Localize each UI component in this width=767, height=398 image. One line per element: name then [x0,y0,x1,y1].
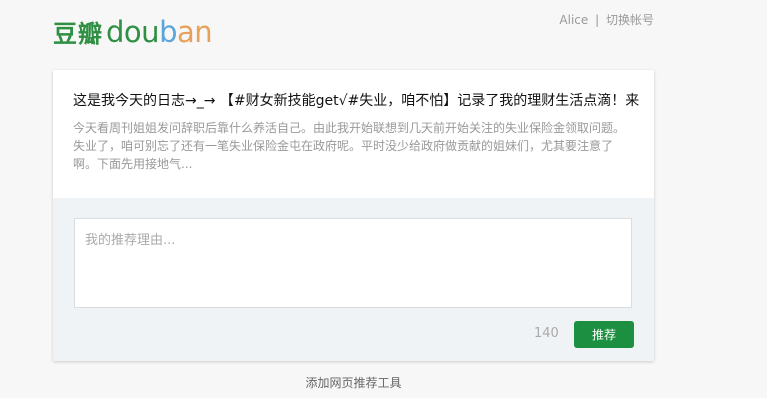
switch-account-link[interactable]: 切换帐号 [606,13,654,27]
recommend-reason-input[interactable] [74,218,632,308]
logo-english-text: douban [106,15,213,49]
recommend-form: 140 推荐 [53,198,654,361]
account-username: Alice [559,13,589,27]
douban-logo[interactable]: 豆瓣 douban [53,14,213,49]
recommend-card: 这是我今天的日志→_→ 【#财女新技能get√#失业，咱不怕】记录了我的理财生活… [53,70,654,361]
recommend-submit-button[interactable]: 推荐 [574,321,634,348]
account-separator: | [595,13,600,27]
post-summary: 今天看周刊姐姐发问辞职后靠什么养活自己。由此我开始联想到几天前开始关注的失业保险… [73,121,626,171]
post-title: 这是我今天的日志→_→ 【#财女新技能get√#失业，咱不怕】记录了我的理财生活… [73,93,640,109]
add-recommend-tool-link[interactable]: 添加网页推荐工具 [0,374,707,391]
account-bar: Alice | 切换帐号 [559,11,654,28]
char-count: 140 [534,326,559,341]
logo-chinese-text: 豆瓣 [53,20,103,48]
